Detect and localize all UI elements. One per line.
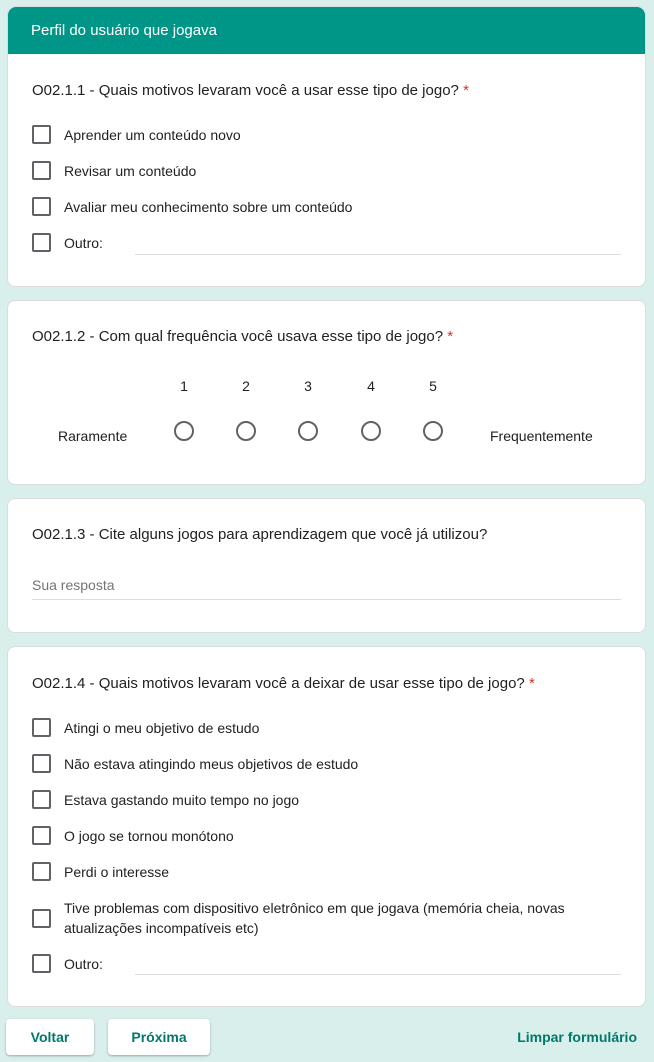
checkbox-icon[interactable] (32, 197, 51, 216)
radio-3[interactable] (298, 421, 318, 441)
checkbox-icon[interactable] (32, 754, 51, 773)
checkbox-option-other[interactable]: Outro: (32, 233, 103, 252)
question-title: O02.1.1 - Quais motivos levaram você a u… (32, 82, 469, 99)
checkbox-icon[interactable] (32, 862, 51, 881)
scale-label: 5 (429, 378, 437, 394)
checkbox-option[interactable]: Avaliar meu conhecimento sobre um conteú… (32, 197, 352, 216)
radio-4[interactable] (361, 421, 381, 441)
scale-min-label: Raramente (58, 428, 128, 444)
other-text-input[interactable] (135, 254, 621, 255)
checkbox-icon[interactable] (32, 125, 51, 144)
radio-2[interactable] (236, 421, 256, 441)
checkbox-option[interactable]: Atingi o meu objetivo de estudo (32, 718, 259, 737)
clear-form-link[interactable]: Limpar formulário (517, 1029, 637, 1045)
question-title: O02.1.3 - Cite alguns jogos para aprendi… (32, 526, 488, 543)
other-text-input[interactable] (135, 974, 621, 975)
back-button[interactable]: Voltar (6, 1019, 94, 1055)
scale-label: 4 (367, 378, 375, 394)
checkbox-option-other[interactable]: Outro: (32, 954, 103, 973)
scale-label: 3 (304, 378, 312, 394)
checkbox-icon[interactable] (32, 161, 51, 180)
checkbox-option[interactable]: Perdi o interesse (32, 862, 169, 881)
question-card-q3: O02.1.3 - Cite alguns jogos para aprendi… (7, 498, 646, 633)
checkbox-icon[interactable] (32, 908, 51, 928)
checkbox-option[interactable]: Não estava atingindo meus objetivos de e… (32, 754, 358, 773)
radio-5[interactable] (423, 421, 443, 441)
answer-input[interactable]: Sua resposta (32, 577, 621, 600)
checkbox-option[interactable]: Estava gastando muito tempo no jogo (32, 790, 299, 809)
checkbox-option[interactable]: Tive problemas com dispositivo eletrônic… (32, 898, 592, 938)
question-title: O02.1.2 - Com qual frequência você usava… (32, 328, 454, 345)
scale-label: 1 (180, 378, 188, 394)
checkbox-icon[interactable] (32, 954, 51, 973)
checkbox-option[interactable]: Revisar um conteúdo (32, 161, 196, 180)
checkbox-icon[interactable] (32, 233, 51, 252)
scale-label: 2 (242, 378, 250, 394)
radio-1[interactable] (174, 421, 194, 441)
section-title: Perfil do usuário que jogava (8, 7, 645, 54)
question-card-q4: O02.1.4 - Quais motivos levaram você a d… (7, 646, 646, 1007)
checkbox-option[interactable]: O jogo se tornou monótono (32, 826, 234, 845)
scale-max-label: Frequentemente (490, 428, 593, 444)
checkbox-icon[interactable] (32, 718, 51, 737)
checkbox-option[interactable]: Aprender um conteúdo novo (32, 125, 241, 144)
question-card-q2: O02.1.2 - Com qual frequência você usava… (7, 300, 646, 485)
next-button[interactable]: Próxima (108, 1019, 210, 1055)
question-title: O02.1.4 - Quais motivos levaram você a d… (32, 675, 535, 692)
question-card-q1: Perfil do usuário que jogava O02.1.1 - Q… (7, 6, 646, 287)
checkbox-icon[interactable] (32, 826, 51, 845)
checkbox-icon[interactable] (32, 790, 51, 809)
